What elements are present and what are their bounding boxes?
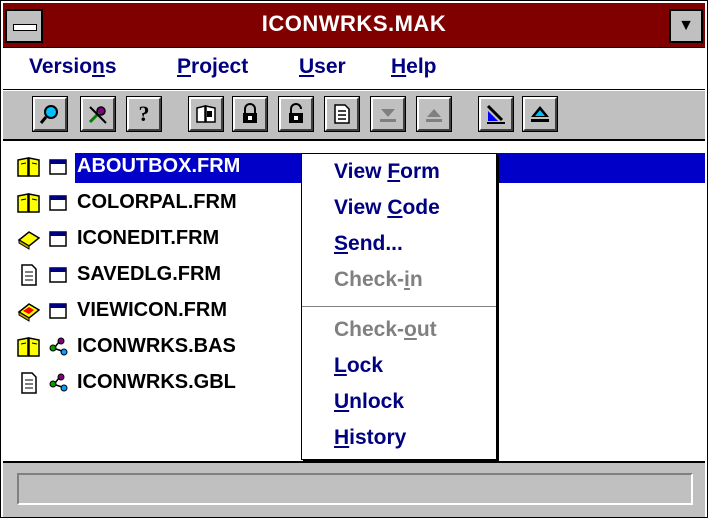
file-name: VIEWICON.FRM [77,299,227,321]
menu-project[interactable]: Project [177,55,248,79]
menu-item-unlock[interactable]: Unlock [334,390,404,414]
menu-user[interactable]: User [299,55,346,79]
document-icon [21,372,37,394]
move-down-button[interactable] [370,96,406,132]
status-bar [3,461,705,517]
menu-item-view-code[interactable]: View Code [334,196,440,220]
document-icon [334,104,350,124]
merge-arrows-icon [486,104,505,124]
down-arrow-icon: ▼ [678,17,694,34]
branch-arrows-icon [531,106,549,122]
file-name: ABOUTBOX.FRM [77,155,241,177]
move-up-button[interactable] [416,96,452,132]
menu-item-check-in: Check-in [334,268,423,291]
file-name: SAVEDLG.FRM [77,263,222,285]
window-title: ICONWRKS.MAK [261,11,447,36]
tools-icon [88,106,107,124]
open-book-icon [17,337,40,357]
form-icon [49,231,67,247]
open-book-icon [196,105,216,123]
unlock-icon [289,103,303,123]
menu-bar: Versions Project User Help [3,49,705,90]
merge-button[interactable] [478,96,514,132]
context-menu: View Form View Code Send... Check-in Che… [301,153,497,460]
open-book-icon [17,157,40,177]
question-mark-icon: ? [138,101,150,126]
file-name: ICONWRKS.BAS [77,335,236,357]
menu-help[interactable]: Help [391,55,437,79]
lock-icon [243,103,257,123]
menu-item-view-form[interactable]: View Form [334,160,440,184]
module-icon [49,337,68,356]
menu-item-lock[interactable]: Lock [334,354,383,378]
up-arrow-icon [426,109,442,122]
check-out-button[interactable] [232,96,268,132]
title-bar[interactable]: ICONWRKS.MAK ▼ [3,3,705,48]
options-button[interactable] [80,96,116,132]
file-name: ICONEDIT.FRM [77,227,220,249]
module-icon [49,373,68,392]
file-name: COLORPAL.FRM [77,191,237,213]
find-button[interactable] [32,96,68,132]
checked-out-book-icon [17,303,41,322]
menu-separator [302,306,496,307]
file-name: ICONWRKS.GBL [77,371,236,393]
branch-button[interactable] [522,96,558,132]
form-icon [49,195,67,211]
menu-item-send[interactable]: Send... [334,232,403,256]
open-book-icon [17,193,40,213]
document-icon [21,264,37,286]
check-in-button[interactable] [278,96,314,132]
toolbar: ? [3,91,705,141]
menu-versions[interactable]: Versions [29,55,117,79]
form-icon [49,267,67,283]
status-text-field [17,473,693,505]
menu-item-check-out: Check-out [334,318,437,341]
get-latest-button[interactable] [188,96,224,132]
help-button[interactable]: ? [126,96,162,132]
form-icon [49,159,67,175]
view-button[interactable] [324,96,360,132]
main-window: ICONWRKS.MAK ▼ Versions Project User Hel… [0,0,708,518]
down-arrow-icon [380,109,396,122]
closed-book-icon [17,231,41,250]
form-icon [49,303,67,319]
minimize-button[interactable]: ▼ [669,9,703,43]
menu-item-history[interactable]: History [334,426,406,450]
magnifier-icon [39,105,58,124]
